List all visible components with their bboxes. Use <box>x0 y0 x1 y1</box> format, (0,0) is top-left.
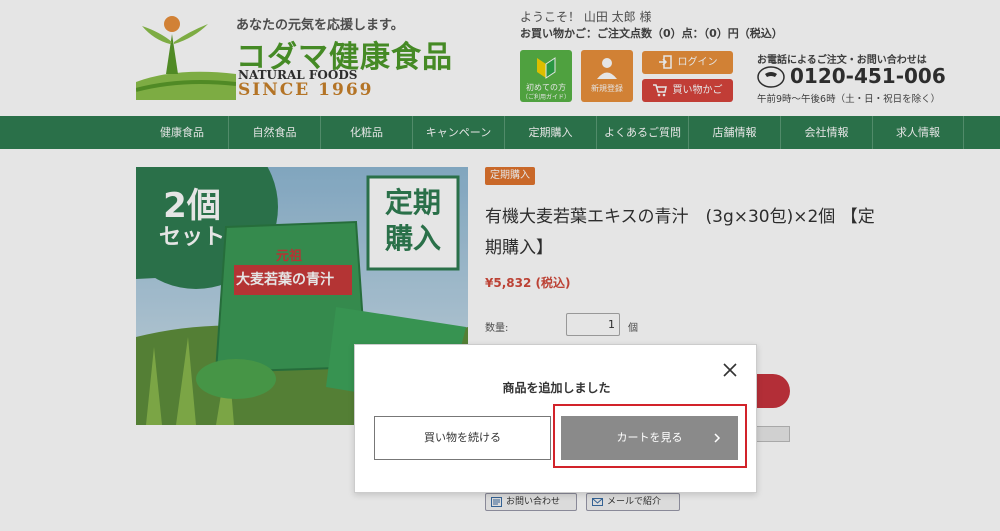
added-to-cart-modal: 商品を追加しました 買い物を続ける カートを見る <box>354 344 757 493</box>
chevron-right-icon <box>714 433 721 443</box>
view-cart-label: カートを見る <box>616 431 683 444</box>
modal-title: 商品を追加しました <box>502 381 611 395</box>
view-cart-button[interactable]: カートを見る <box>561 416 738 460</box>
close-icon[interactable] <box>722 362 738 378</box>
continue-shopping-button[interactable]: 買い物を続ける <box>374 416 551 460</box>
